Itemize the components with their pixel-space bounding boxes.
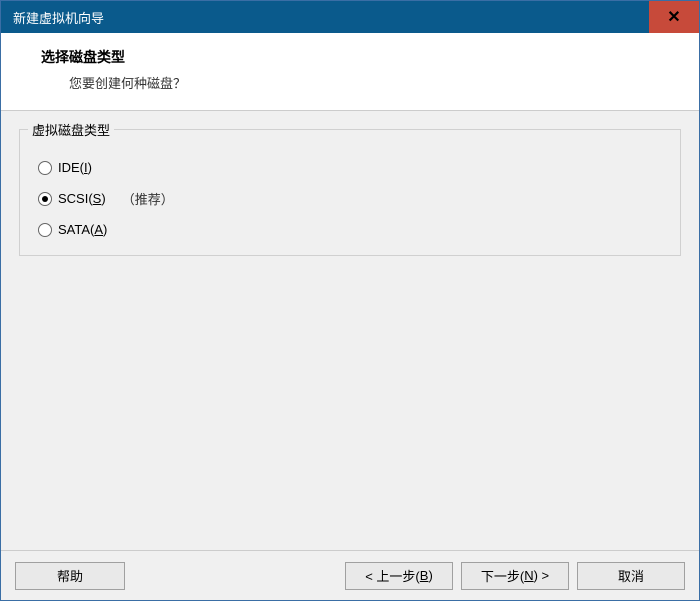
radio-label: SATA(A) [58, 222, 107, 237]
radio-option-sata[interactable]: SATA(A) [38, 222, 666, 237]
window-title: 新建虚拟机向导 [13, 8, 649, 27]
disk-type-group: 虚拟磁盘类型 IDE(I) SCSI(S) （推荐） SATA(A) [19, 129, 681, 256]
content-area: 虚拟磁盘类型 IDE(I) SCSI(S) （推荐） SATA(A) [1, 111, 699, 550]
page-title: 选择磁盘类型 [41, 47, 659, 67]
radio-label: SCSI(S) [58, 191, 106, 206]
group-title: 虚拟磁盘类型 [28, 120, 114, 139]
wizard-window: 新建虚拟机向导 ✕ 选择磁盘类型 您要创建何种磁盘？ 虚拟磁盘类型 IDE(I)… [0, 0, 700, 601]
radio-icon [38, 223, 52, 237]
radio-option-ide[interactable]: IDE(I) [38, 160, 666, 175]
radio-icon [38, 192, 52, 206]
titlebar: 新建虚拟机向导 ✕ [1, 1, 699, 33]
help-button[interactable]: 帮助 [15, 562, 125, 590]
radio-icon [38, 161, 52, 175]
header-area: 选择磁盘类型 您要创建何种磁盘？ [1, 33, 699, 111]
next-button[interactable]: 下一步(N) > [461, 562, 569, 590]
button-bar: 帮助 < 上一步(B) 下一步(N) > 取消 [1, 550, 699, 600]
radio-label: IDE(I) [58, 160, 92, 175]
cancel-button[interactable]: 取消 [577, 562, 685, 590]
recommend-label: （推荐） [122, 189, 174, 208]
back-button[interactable]: < 上一步(B) [345, 562, 453, 590]
close-icon: ✕ [667, 7, 680, 27]
page-subtitle: 您要创建何种磁盘？ [69, 73, 659, 92]
radio-option-scsi[interactable]: SCSI(S) （推荐） [38, 189, 666, 208]
close-button[interactable]: ✕ [649, 1, 699, 33]
